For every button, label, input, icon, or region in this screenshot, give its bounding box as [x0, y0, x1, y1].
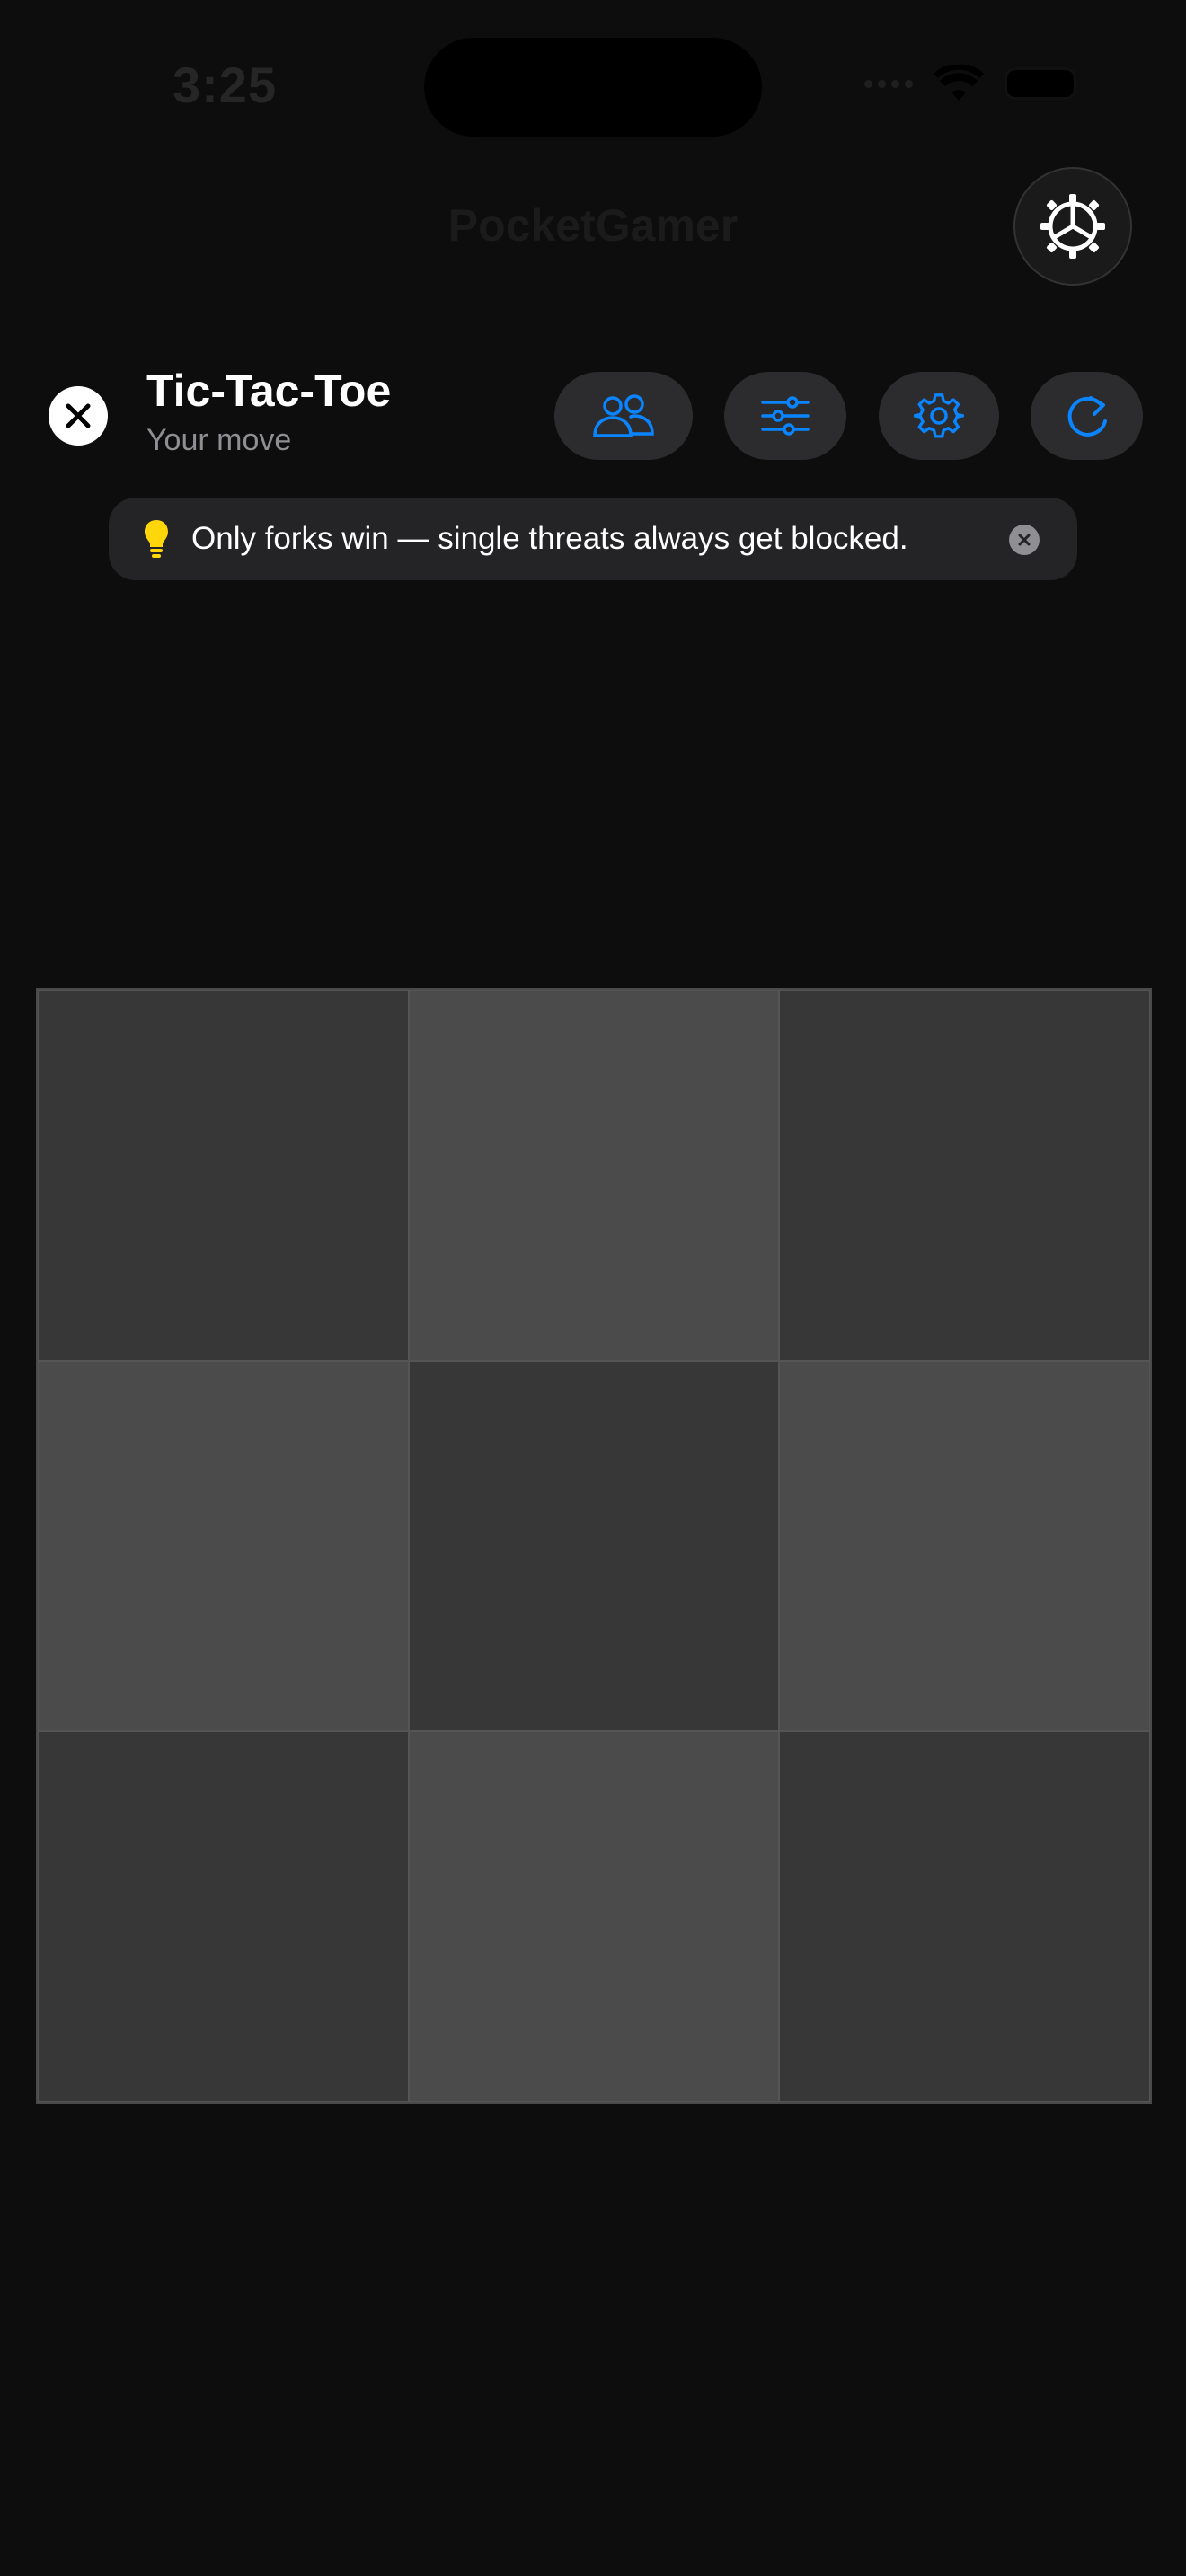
game-status: Your move: [146, 423, 292, 457]
board-cell[interactable]: [408, 990, 780, 1361]
cellular-signal-icon: [864, 79, 913, 88]
hint-banner: Only forks win — single threats always g…: [109, 498, 1077, 580]
board-cell[interactable]: [38, 1731, 409, 2102]
dynamic-island: [424, 38, 762, 137]
restart-icon: [1067, 396, 1107, 437]
status-icons: [864, 65, 1076, 102]
dismiss-hint-button[interactable]: [1009, 525, 1040, 555]
players-button[interactable]: [554, 372, 693, 460]
game-title: Tic-Tac-Toe: [146, 366, 392, 416]
people-icon: [593, 394, 654, 437]
game-board: [36, 988, 1152, 2104]
sliders-icon: [761, 396, 810, 436]
options-button[interactable]: [724, 372, 846, 460]
close-icon: [66, 403, 91, 428]
app-settings-button[interactable]: [1013, 167, 1132, 286]
close-icon: [1018, 534, 1031, 546]
battery-icon: [1005, 67, 1076, 100]
lightbulb-icon: [145, 520, 168, 558]
board-cell[interactable]: [408, 1360, 780, 1732]
settings-button[interactable]: [879, 372, 999, 460]
board-cell[interactable]: [779, 1731, 1150, 2102]
close-button[interactable]: [49, 386, 108, 446]
board-cell[interactable]: [38, 990, 409, 1361]
app-title: PocketGamer: [447, 200, 739, 251]
restart-button[interactable]: [1031, 372, 1143, 460]
wifi-icon: [934, 65, 984, 101]
board-cell[interactable]: [779, 1360, 1150, 1732]
hint-text: Only forks win — single threats always g…: [191, 521, 908, 556]
board-cell[interactable]: [408, 1731, 780, 2102]
game-title-block: Tic-Tac-Toe Your move: [146, 366, 391, 458]
status-time: 3:25: [173, 57, 278, 113]
board-cell[interactable]: [779, 990, 1150, 1361]
gear-wheel-icon: [1040, 194, 1105, 259]
app-screen: 3:25 PocketGamer Tic-Tac-Toe Your move O…: [0, 0, 1186, 2576]
board-cell[interactable]: [38, 1360, 409, 1732]
gear-icon: [914, 393, 964, 438]
